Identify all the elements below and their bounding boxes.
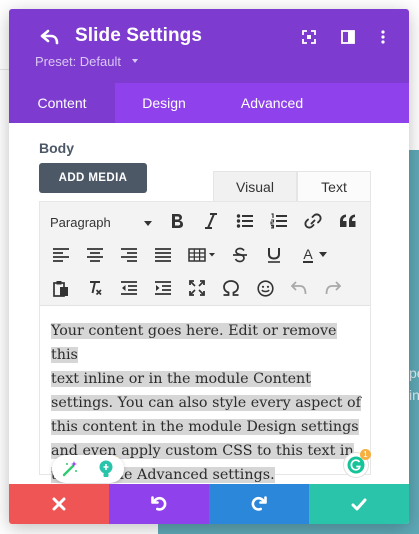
magic-wand-icon[interactable] xyxy=(61,460,79,478)
content-line: this content in the module Design settin… xyxy=(51,419,359,435)
align-center-icon[interactable] xyxy=(83,243,107,267)
format-select[interactable]: Paragraph xyxy=(50,215,111,230)
settings-tabs: Content Design Advanced xyxy=(9,83,409,123)
grammarly-badge: 1 xyxy=(360,449,371,460)
align-right-icon[interactable] xyxy=(117,243,141,267)
cancel-button[interactable] xyxy=(9,484,109,524)
ai-assist-pill xyxy=(52,455,124,483)
chevron-down-icon xyxy=(144,221,152,226)
screen: pe in Slide Settings Preset: Default Con… xyxy=(0,0,419,534)
blockquote-icon[interactable] xyxy=(336,209,360,233)
chevron-down-icon xyxy=(132,59,138,63)
clear-format-icon[interactable] xyxy=(83,276,107,300)
omega-icon[interactable] xyxy=(219,276,243,300)
bullet-list-icon[interactable] xyxy=(233,209,257,233)
indent-icon[interactable] xyxy=(151,276,175,300)
page-slide-text-1: pe xyxy=(409,365,419,381)
underline-icon[interactable] xyxy=(262,243,286,267)
tab-visual-editor[interactable]: Visual xyxy=(213,171,297,201)
tab-content[interactable]: Content xyxy=(9,83,115,123)
modal-footer xyxy=(9,484,409,524)
numbered-list-icon[interactable] xyxy=(267,209,291,233)
undo-button[interactable] xyxy=(109,484,209,524)
justify-icon[interactable] xyxy=(151,243,175,267)
content-line: text inline or in the module Content xyxy=(51,371,311,387)
bold-icon[interactable] xyxy=(165,209,189,233)
table-icon[interactable] xyxy=(185,243,221,267)
split-view-icon[interactable] xyxy=(340,29,356,45)
save-button[interactable] xyxy=(309,484,409,524)
emoji-icon[interactable] xyxy=(253,276,277,300)
strikethrough-icon[interactable] xyxy=(228,243,252,267)
text-color-letter: A xyxy=(303,246,313,263)
tab-advanced[interactable]: Advanced xyxy=(213,83,331,123)
outdent-icon[interactable] xyxy=(117,276,141,300)
page-slide-text-2: in xyxy=(409,387,419,403)
close-icon xyxy=(52,497,66,511)
redo-icon xyxy=(251,496,267,511)
editor-content-area[interactable]: Your content goes here. Edit or remove t… xyxy=(40,307,371,483)
body-field-label: Body xyxy=(39,140,74,156)
undo-icon[interactable] xyxy=(287,276,311,300)
checkmark-icon xyxy=(351,498,367,510)
content-line: Your content goes here. Edit or remove t… xyxy=(51,323,337,363)
tab-text-editor[interactable]: Text xyxy=(297,171,371,201)
redo-button[interactable] xyxy=(209,484,309,524)
add-media-button[interactable]: ADD MEDIA xyxy=(39,163,147,193)
editor-toolbar: Paragraph A xyxy=(40,202,370,306)
text-color-icon[interactable]: A xyxy=(295,243,335,267)
align-left-icon[interactable] xyxy=(49,243,73,267)
more-vertical-icon[interactable] xyxy=(375,29,391,45)
preset-selector[interactable]: Preset: Default xyxy=(35,54,121,69)
back-arrow-icon[interactable] xyxy=(39,26,61,48)
rich-text-editor: Paragraph A Your content goes here. Edit… xyxy=(39,201,371,483)
tab-design[interactable]: Design xyxy=(115,83,213,123)
content-panel: Body ADD MEDIA Visual Text Paragraph A Y… xyxy=(9,123,409,484)
content-line: settings. You can also style every aspec… xyxy=(51,395,361,411)
slide-settings-modal: Slide Settings Preset: Default Content D… xyxy=(9,9,409,524)
redo-icon[interactable] xyxy=(321,276,345,300)
fullscreen-icon[interactable] xyxy=(185,276,209,300)
lightbulb-icon[interactable] xyxy=(96,459,116,479)
italic-icon[interactable] xyxy=(199,209,223,233)
undo-icon xyxy=(151,496,167,511)
paste-icon[interactable] xyxy=(49,276,73,300)
link-icon[interactable] xyxy=(301,209,325,233)
modal-header: Slide Settings Preset: Default xyxy=(9,9,409,83)
modal-title: Slide Settings xyxy=(75,25,203,46)
fullscreen-icon[interactable] xyxy=(301,29,317,45)
